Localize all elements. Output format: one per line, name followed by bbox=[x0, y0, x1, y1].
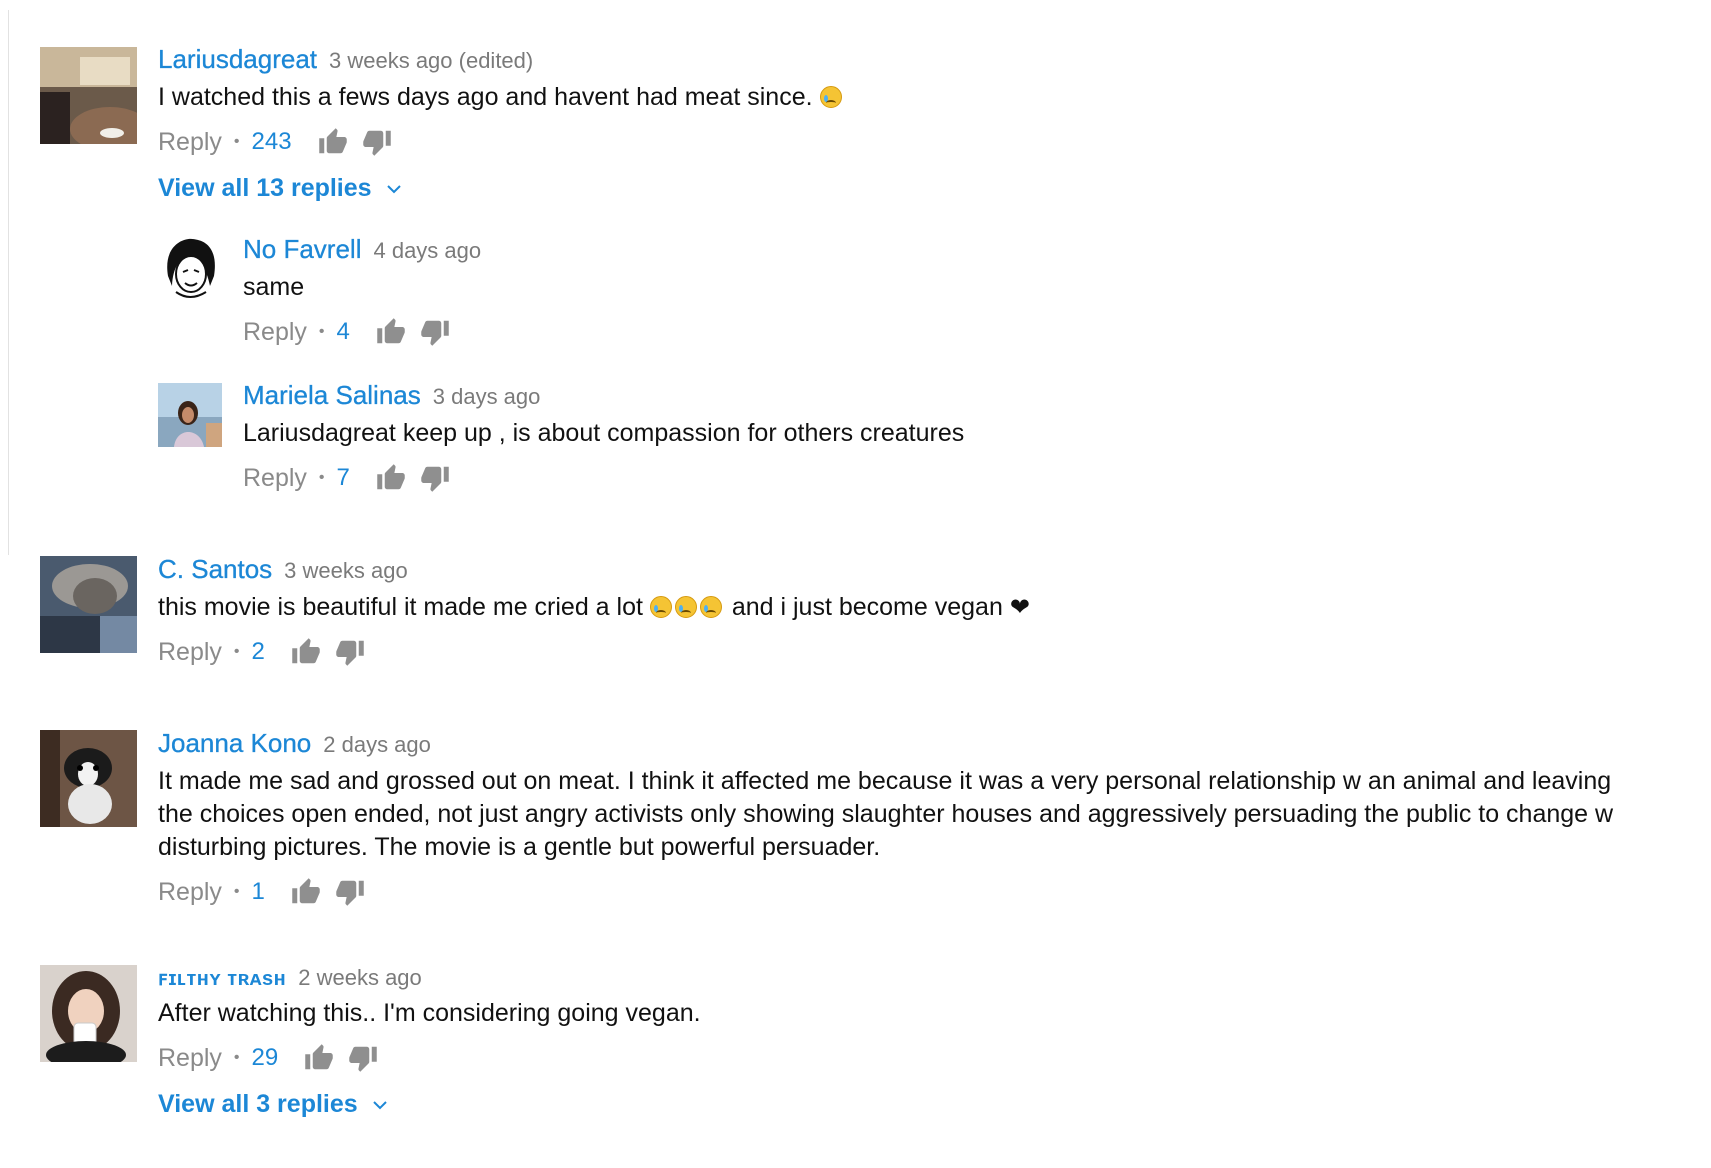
user-avatar-image bbox=[158, 236, 222, 300]
chevron-down-icon bbox=[372, 1100, 387, 1109]
user-avatar-image bbox=[40, 556, 137, 653]
user-avatar-image bbox=[158, 383, 222, 447]
separator-dot: • bbox=[233, 1049, 240, 1066]
user-avatar-image bbox=[40, 730, 137, 827]
comment-timestamp[interactable]: 2 weeks ago bbox=[298, 965, 422, 991]
comment-actions: Reply • 243 bbox=[158, 124, 1618, 160]
comment-timestamp[interactable]: 4 days ago bbox=[373, 238, 481, 264]
chevron-down-icon bbox=[386, 184, 401, 193]
avatar[interactable] bbox=[40, 730, 137, 827]
comment-author[interactable]: ꜰɪʟᴛʜʏ ᴛʀᴀsʜ bbox=[158, 966, 286, 991]
comment-text: this movie is beautiful it made me cried… bbox=[158, 591, 1618, 624]
thumbs-down-icon[interactable] bbox=[335, 637, 365, 667]
comment-text-content: this movie is beautiful it made me cried… bbox=[158, 593, 643, 621]
comment-author[interactable]: No Favrell bbox=[243, 234, 362, 265]
separator-dot: • bbox=[233, 133, 240, 150]
comment-timestamp[interactable]: 3 weeks ago bbox=[284, 558, 408, 584]
like-count: 7 bbox=[336, 464, 350, 491]
separator-dot: • bbox=[233, 883, 240, 900]
thumbs-down-icon[interactable] bbox=[362, 127, 392, 157]
reply-button[interactable]: Reply bbox=[158, 878, 222, 907]
separator-dot: • bbox=[233, 643, 240, 660]
like-count: 29 bbox=[251, 1044, 279, 1071]
comment-author[interactable]: C. Santos bbox=[158, 554, 272, 585]
comment-text-content: and i just become vegan bbox=[731, 593, 1003, 621]
reply-button[interactable]: Reply bbox=[158, 1044, 222, 1073]
comment-text-content: I watched this a fews days ago and haven… bbox=[158, 83, 813, 111]
crying-face-icon bbox=[674, 596, 697, 618]
avatar[interactable] bbox=[40, 556, 137, 653]
comment-actions: Reply • 29 bbox=[158, 1040, 1618, 1076]
separator-dot: • bbox=[318, 469, 325, 486]
comment-author[interactable]: Joanna Kono bbox=[158, 728, 312, 759]
crying-face-icon bbox=[649, 596, 672, 618]
thumbs-up-icon[interactable] bbox=[318, 127, 348, 157]
like-count: 4 bbox=[336, 318, 350, 345]
thumbs-down-icon[interactable] bbox=[335, 877, 365, 907]
comment-text: Lariusdagreat keep up , is about compass… bbox=[243, 419, 965, 447]
comment-timestamp[interactable]: 3 weeks ago (edited) bbox=[329, 48, 533, 74]
thread-line bbox=[8, 10, 9, 555]
crying-face-icon bbox=[699, 596, 722, 618]
thumbs-up-icon[interactable] bbox=[376, 463, 406, 493]
view-replies-label: View all 13 replies bbox=[158, 174, 372, 202]
avatar[interactable] bbox=[158, 383, 222, 447]
view-replies-button[interactable]: View all 13 replies bbox=[158, 174, 402, 203]
reply-button[interactable]: Reply bbox=[243, 464, 307, 493]
comment-actions: Reply • 2 bbox=[158, 634, 1618, 670]
thumbs-up-icon[interactable] bbox=[304, 1043, 334, 1073]
user-avatar-image bbox=[40, 47, 137, 144]
user-avatar-image bbox=[40, 965, 137, 1062]
comment-timestamp[interactable]: 2 days ago bbox=[323, 732, 431, 758]
thumbs-down-icon[interactable] bbox=[420, 463, 450, 493]
loudly-crying-face-icon bbox=[819, 86, 842, 108]
comment-actions: Reply • 7 bbox=[243, 460, 1623, 496]
thumbs-up-icon[interactable] bbox=[376, 317, 406, 347]
reply-button[interactable]: Reply bbox=[158, 128, 222, 157]
thumbs-up-icon[interactable] bbox=[291, 877, 321, 907]
like-count: 243 bbox=[251, 128, 292, 155]
comment-author[interactable]: Lariusdagreat bbox=[158, 44, 317, 75]
comment-text: After watching this.. I'm considering go… bbox=[158, 999, 701, 1027]
comment-actions: Reply • 4 bbox=[243, 314, 1623, 350]
comment-actions: Reply • 1 bbox=[158, 874, 1638, 910]
thumbs-down-icon[interactable] bbox=[348, 1043, 378, 1073]
avatar[interactable] bbox=[158, 236, 222, 300]
reply-button[interactable]: Reply bbox=[243, 318, 307, 347]
comment-text: same bbox=[243, 273, 305, 301]
comment-text: I watched this a fews days ago and haven… bbox=[158, 81, 1618, 114]
comment-author[interactable]: Mariela Salinas bbox=[243, 380, 421, 411]
view-replies-label: View all 3 replies bbox=[158, 1090, 358, 1118]
like-count: 1 bbox=[251, 878, 265, 905]
reply-button[interactable]: Reply bbox=[158, 638, 222, 667]
like-count: 2 bbox=[251, 638, 265, 665]
thumbs-up-icon[interactable] bbox=[291, 637, 321, 667]
avatar[interactable] bbox=[40, 47, 137, 144]
view-replies-button[interactable]: View all 3 replies bbox=[158, 1090, 388, 1119]
comment-timestamp[interactable]: 3 days ago bbox=[433, 384, 541, 410]
black-heart-icon: ❤ bbox=[1009, 594, 1030, 621]
avatar[interactable] bbox=[40, 965, 137, 1062]
separator-dot: • bbox=[318, 323, 325, 340]
comment-text: It made me sad and grossed out on meat. … bbox=[158, 767, 1614, 861]
thumbs-down-icon[interactable] bbox=[420, 317, 450, 347]
